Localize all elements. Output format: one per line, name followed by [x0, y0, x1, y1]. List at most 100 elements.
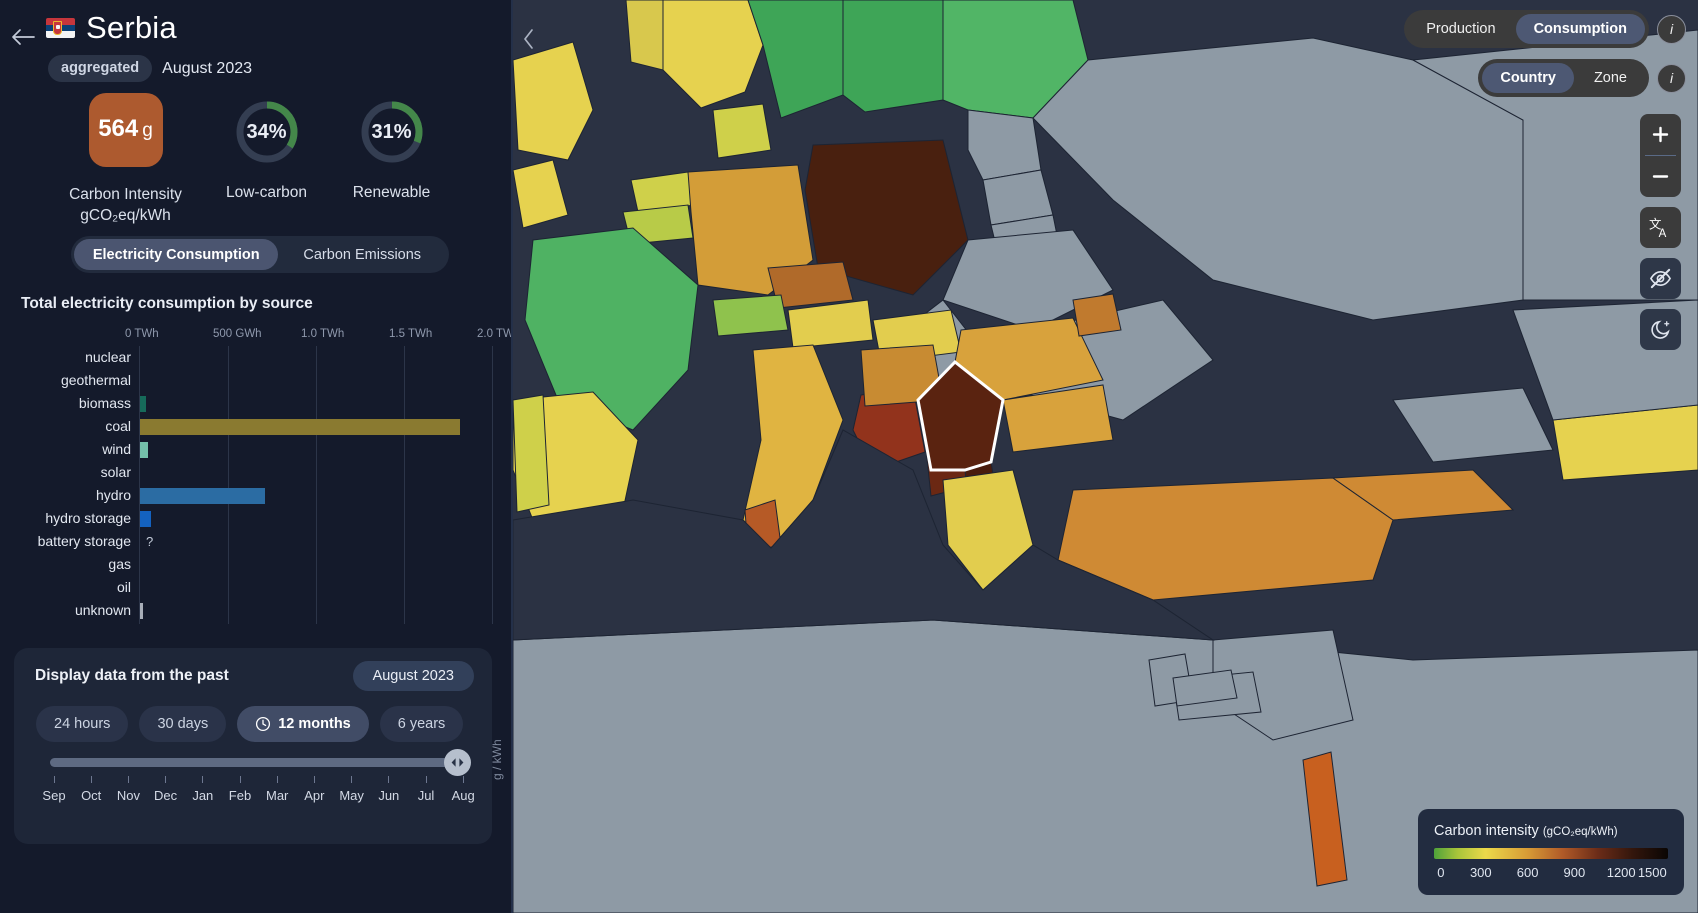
month-tick-label: Dec [154, 788, 177, 803]
range-button-label: 30 days [157, 716, 208, 732]
month-tick: Apr [294, 776, 334, 805]
renewable-gauge: 31% Renewable [338, 99, 445, 203]
panel-collapse-button[interactable] [515, 22, 543, 56]
flow-option-consumption[interactable]: Consumption [1516, 14, 1645, 44]
chart-bar-row[interactable] [140, 392, 146, 415]
legend-tick-label: 0 [1437, 865, 1444, 880]
month-tick-mark [426, 776, 427, 783]
low-carbon-caption: Low-carbon [226, 182, 307, 203]
flow-toggle-row: Production Consumption i [1404, 10, 1686, 48]
scope-info-button[interactable]: i [1657, 64, 1686, 93]
chart-bar [140, 442, 148, 458]
theme-button[interactable] [1640, 309, 1681, 350]
month-tick: Jan [183, 776, 223, 805]
carbon-intensity-tile: 564 g [89, 93, 163, 167]
chart-category-label: coal [1, 415, 131, 438]
month-tick-mark [314, 776, 315, 783]
month-tick-mark [165, 776, 166, 783]
zoom-in-button[interactable] [1640, 114, 1681, 155]
time-slider-knob[interactable] [444, 749, 471, 776]
chart-gridline [404, 346, 405, 624]
chart-category-label: solar [1, 461, 131, 484]
range-button-label: 12 months [278, 716, 351, 732]
chart-gridline [492, 346, 493, 624]
date-chip[interactable]: August 2023 [353, 661, 474, 691]
zoom-out-button[interactable] [1640, 156, 1681, 197]
legend-tick-label: 1200 [1607, 865, 1636, 880]
month-tick-label: Apr [304, 788, 324, 803]
back-button[interactable] [8, 22, 38, 52]
range-button-label: 6 years [398, 716, 446, 732]
scope-toggle-row: Country Zone i [1478, 59, 1686, 97]
moon-icon [1649, 318, 1672, 341]
map-toggle-group: Production Consumption i Country Zone i [1404, 10, 1686, 97]
low-carbon-value: 34% [234, 99, 300, 165]
range-button-6-years[interactable]: 6 years [380, 706, 464, 742]
month-tick: Jul [406, 776, 446, 805]
flow-option-production[interactable]: Production [1408, 14, 1513, 44]
range-button-30-days[interactable]: 30 days [139, 706, 226, 742]
toggle-layers-button[interactable] [1640, 258, 1681, 299]
month-tick-mark [240, 776, 241, 783]
chart-bar-row[interactable] [140, 415, 460, 438]
tab-carbon-emissions[interactable]: Carbon Emissions [278, 239, 446, 270]
chart-bar-row[interactable] [140, 599, 143, 622]
chart-bar [140, 488, 265, 504]
chart-category-label: biomass [1, 392, 131, 415]
title-row: Serbia [46, 10, 252, 46]
carbon-intensity-caption: Carbon Intensity gCO₂eq/kWh [69, 184, 182, 227]
meta-row: aggregated August 2023 [48, 55, 252, 82]
x-axis-tick: 2.0 TWh [477, 328, 513, 340]
chart-bar-row[interactable] [140, 507, 151, 530]
carbon-intensity-caption-sub: gCO₂eq/kWh [69, 205, 182, 226]
month-tick-label: Aug [452, 788, 475, 803]
legend-tick-label: 900 [1564, 865, 1586, 880]
month-tick-label: May [339, 788, 364, 803]
chart-category-label: battery storage [1, 530, 131, 553]
month-tick-label: Oct [81, 788, 101, 803]
metric-mode-toggle[interactable]: Electricity Consumption Carbon Emissions [71, 236, 449, 273]
legend-title-text: Carbon intensity [1434, 823, 1539, 839]
month-tick-mark [388, 776, 389, 783]
carbon-intensity-unit: g [142, 120, 153, 142]
legend-tick-label: 600 [1517, 865, 1539, 880]
chart-gridline [316, 346, 317, 624]
chart-category-label: hydro [1, 484, 131, 507]
time-card-header: Display data from the past August 2023 [35, 661, 474, 691]
translate-icon: 文 A [1649, 216, 1672, 239]
chart-category-label: gas [1, 553, 131, 576]
range-button-label: 24 hours [54, 716, 110, 732]
legend-gradient-bar [1434, 848, 1668, 859]
chart-bar [140, 603, 143, 619]
electricity-map-app: Production Consumption i Country Zone i [0, 0, 1698, 913]
time-slider-track[interactable] [50, 758, 465, 767]
minus-icon [1651, 167, 1670, 186]
map-canvas[interactable]: Production Consumption i Country Zone i [513, 0, 1698, 913]
month-tick: Oct [71, 776, 111, 805]
month-tick-label: Sep [42, 788, 65, 803]
flow-toggle[interactable]: Production Consumption [1404, 10, 1649, 48]
page-title: Serbia [86, 10, 177, 46]
scope-option-country[interactable]: Country [1482, 63, 1574, 93]
carbon-intensity-legend: Carbon intensity (gCO₂eq/kWh) 0300600900… [1418, 809, 1684, 895]
flow-info-button[interactable]: i [1657, 15, 1686, 44]
chart-bar-value-label: ? [146, 530, 153, 553]
range-button-12-months[interactable]: 12 months [237, 706, 369, 742]
legend-ticks: 030060090012001500 [1434, 865, 1668, 882]
range-button-24-hours[interactable]: 24 hours [36, 706, 128, 742]
language-button[interactable]: 文 A [1640, 207, 1681, 248]
chart-bar-row[interactable] [140, 438, 148, 461]
chart-bar-row[interactable] [140, 484, 265, 507]
scope-toggle[interactable]: Country Zone [1478, 59, 1649, 97]
chart-category-label: hydro storage [1, 507, 131, 530]
scope-option-zone[interactable]: Zone [1576, 63, 1645, 93]
plus-icon [1651, 125, 1670, 144]
month-tick: Aug [443, 776, 483, 805]
month-tick-mark [54, 776, 55, 783]
carbon-intensity-gauge: 564 g Carbon Intensity gCO₂eq/kWh [62, 93, 189, 227]
chart-category-label: unknown [1, 599, 131, 622]
legend-title-unit: (gCO₂eq/kWh) [1543, 826, 1618, 838]
tab-electricity-consumption[interactable]: Electricity Consumption [74, 239, 278, 270]
month-tick-label: Mar [266, 788, 288, 803]
month-tick-label: Jun [378, 788, 399, 803]
